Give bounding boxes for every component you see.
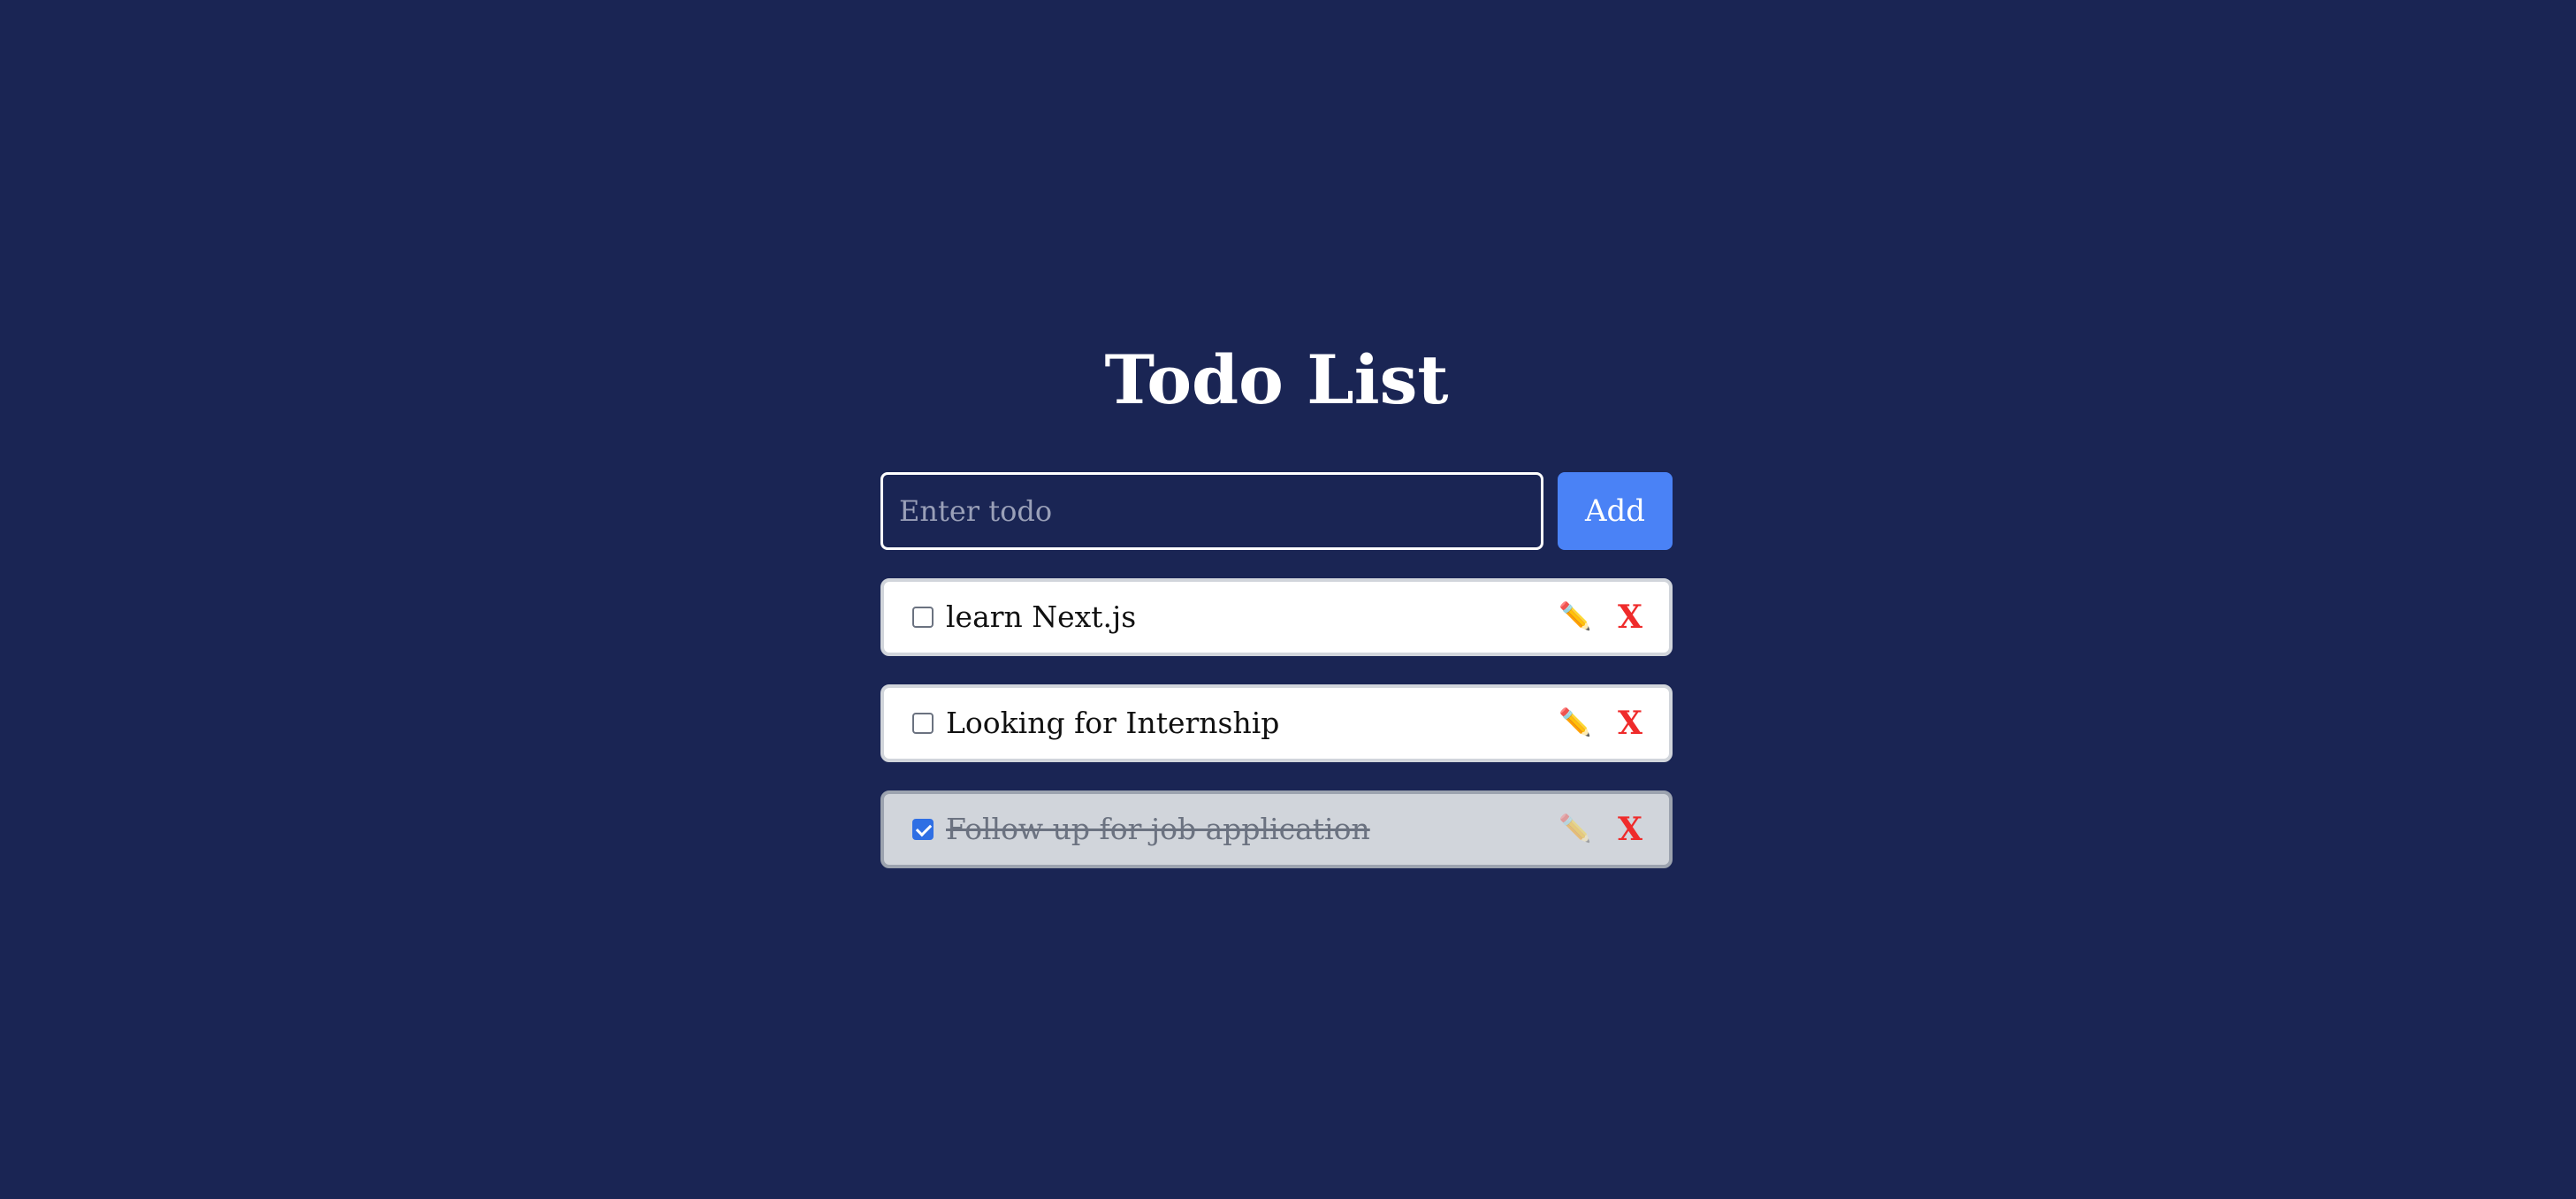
pencil-icon[interactable]: ✏️ [1556, 598, 1595, 637]
todo-item: Follow up for job application ✏️ X [880, 790, 1673, 868]
add-button[interactable]: Add [1558, 472, 1673, 550]
add-todo-form: Add [880, 472, 1673, 550]
pencil-icon[interactable]: ✏️ [1556, 810, 1595, 849]
todo-list: learn Next.js ✏️ X Looking for Internshi… [880, 578, 1673, 897]
todo-input[interactable] [880, 472, 1543, 550]
todo-checkbox[interactable] [912, 713, 934, 734]
todo-text: Looking for Internship [946, 706, 1280, 740]
pencil-icon[interactable]: ✏️ [1556, 704, 1595, 743]
todo-checkbox[interactable] [912, 607, 934, 628]
todo-text: Follow up for job application [946, 812, 1370, 846]
delete-button[interactable]: X [1611, 704, 1650, 743]
delete-button[interactable]: X [1611, 598, 1650, 637]
page-title: Todo List [1104, 340, 1449, 419]
todo-item: learn Next.js ✏️ X [880, 578, 1673, 656]
todo-checkbox[interactable] [912, 819, 934, 840]
delete-button[interactable]: X [1611, 810, 1650, 849]
todo-item: Looking for Internship ✏️ X [880, 684, 1673, 762]
todo-text: learn Next.js [946, 600, 1137, 634]
